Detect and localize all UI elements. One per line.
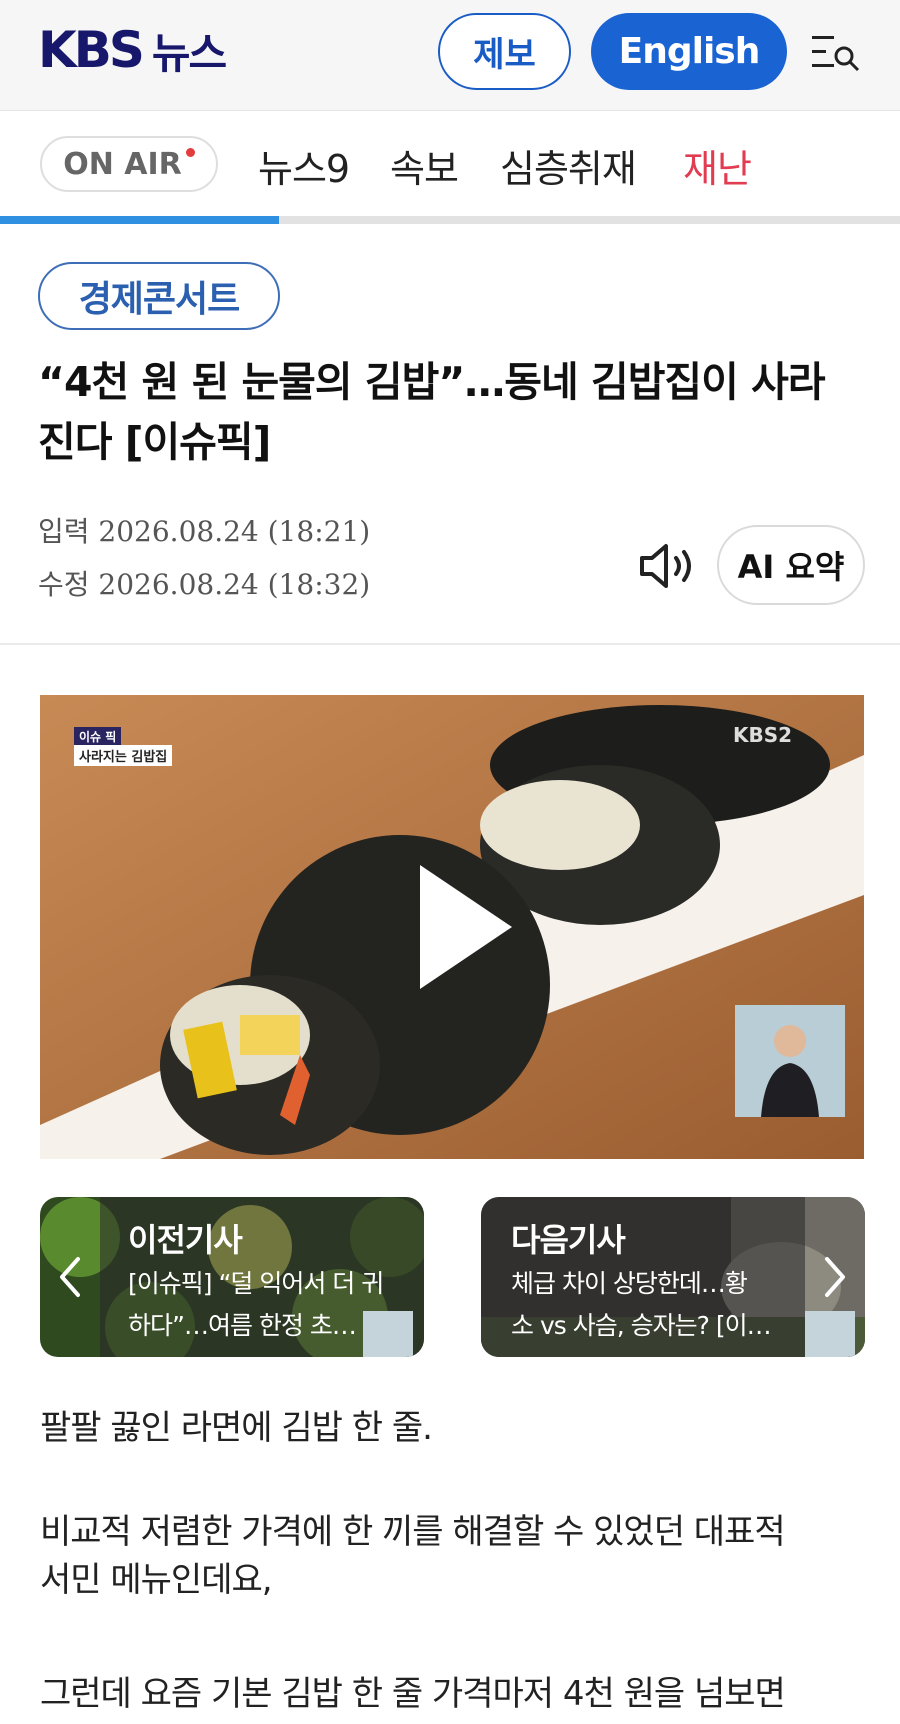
- live-dot-icon: [185, 147, 195, 157]
- kbs-news-logo[interactable]: KBS 뉴스: [38, 21, 227, 79]
- video-channel-logo: KBS2: [733, 723, 793, 747]
- nav-item-disaster[interactable]: 재난: [683, 138, 752, 193]
- body-paragraph-3: 그런데 요즘 기본 김밥 한 줄 가격마저 4천 원을 넘보면: [40, 1674, 786, 1714]
- body-paragraph-2: 비교적 저렴한 가격에 한 끼를 해결할 수 있었던 대표적 서민 메뉴인데요,: [40, 1508, 870, 1604]
- onair-label: ON AIR: [63, 146, 182, 182]
- next-card-text: 체급 차이 상당한데…황 소 vs 사슴, 승자는? [이…: [511, 1263, 772, 1347]
- next-card-signer-thumb: [805, 1311, 855, 1357]
- header-divider: [0, 643, 900, 645]
- next-article-card[interactable]: 다음기사 체급 차이 상당한데…황 소 vs 사슴, 승자는? [이…: [481, 1197, 865, 1357]
- prev-card-text: [이슈픽] “덜 익어서 더 귀 하다”…여름 한정 초…: [128, 1263, 384, 1347]
- nav-item-indepth[interactable]: 심층취재: [500, 138, 637, 193]
- prev-card-heading: 이전기사: [128, 1221, 243, 1259]
- prev-article-card[interactable]: 이전기사 [이슈픽] “덜 익어서 더 귀 하다”…여름 한정 초…: [40, 1197, 424, 1357]
- logo-kbs-text: KBS: [38, 21, 145, 79]
- nav-item-news9[interactable]: 뉴스9: [258, 138, 350, 193]
- article-title: “4천 원 된 눈물의 김밥”…동네 김밥집이 사라 진다 [이슈픽]: [38, 352, 868, 472]
- nav-progress-fill: [0, 216, 279, 224]
- modified-date: 수정 2026.08.24 (18:32): [38, 568, 371, 601]
- chevron-left-icon[interactable]: [50, 1249, 90, 1305]
- input-date: 입력 2026.08.24 (18:21): [38, 515, 371, 548]
- body-paragraph-2-line-1: 비교적 저렴한 가격에 한 끼를 해결할 수 있었던 대표적: [40, 1512, 786, 1552]
- video-badge-bottom: 사라지는 김밥집: [74, 745, 173, 766]
- category-nav: ON AIR 뉴스9 속보 심층취재 재난: [0, 112, 900, 224]
- prev-card-line-2: 하다”…여름 한정 초…: [128, 1311, 357, 1340]
- english-button[interactable]: English: [591, 13, 787, 90]
- next-card-heading: 다음기사: [511, 1221, 626, 1259]
- next-card-line-2: 소 vs 사슴, 승자는? [이…: [511, 1311, 772, 1340]
- category-tag[interactable]: 경제콘서트: [38, 262, 280, 330]
- logo-news-text: 뉴스: [151, 28, 227, 78]
- app-header: KBS 뉴스 제보 English: [0, 0, 900, 111]
- prev-card-line-1: [이슈픽] “덜 익어서 더 귀: [128, 1269, 384, 1298]
- title-line-2: 진다 [이슈픽]: [38, 418, 271, 466]
- body-paragraph-2-line-2: 서민 메뉴인데요,: [40, 1560, 273, 1600]
- title-line-1: “4천 원 된 눈물의 김밥”…동네 김밥집이 사라: [38, 358, 826, 406]
- play-icon[interactable]: [412, 857, 522, 997]
- report-button[interactable]: 제보: [438, 13, 571, 90]
- body-paragraph-1: 팔팔 끓인 라면에 김밥 한 줄.: [40, 1408, 433, 1448]
- ai-summary-button[interactable]: AI 요약: [717, 525, 865, 605]
- prev-card-signer-thumb: [363, 1311, 413, 1357]
- nav-item-breaking[interactable]: 속보: [390, 138, 459, 193]
- video-badge-top: 이슈 픽: [74, 727, 122, 746]
- speaker-icon[interactable]: [638, 542, 698, 590]
- menu-search-icon[interactable]: [810, 30, 862, 74]
- chevron-right-icon[interactable]: [815, 1249, 855, 1305]
- sign-language-interpreter: [735, 1005, 845, 1117]
- nav-progress-bar: [0, 216, 900, 224]
- next-card-line-1: 체급 차이 상당한데…황: [511, 1269, 748, 1298]
- video-badge-top-text: 이슈 픽: [79, 730, 117, 744]
- video-player[interactable]: 이슈 픽 사라지는 김밥집 KBS2: [40, 695, 864, 1159]
- onair-button[interactable]: ON AIR: [40, 136, 218, 192]
